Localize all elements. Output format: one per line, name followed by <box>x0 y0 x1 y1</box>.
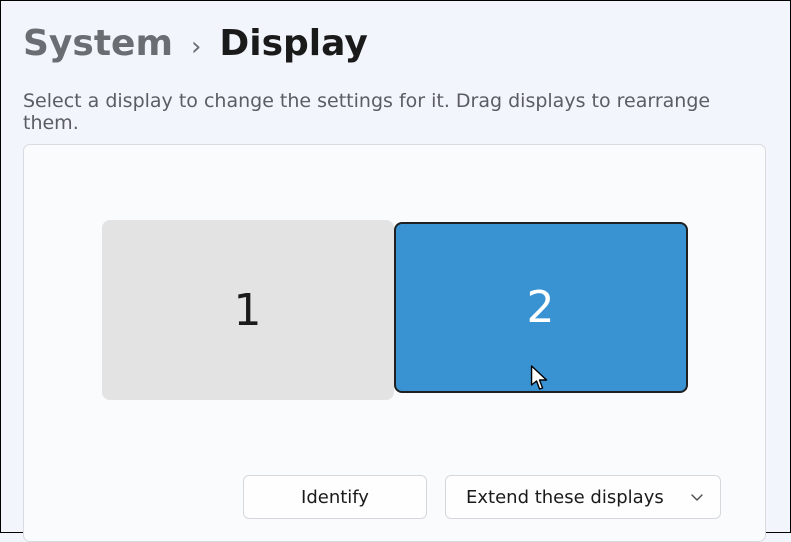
monitor-1[interactable]: 1 <box>102 220 394 400</box>
helper-text: Select a display to change the settings … <box>23 90 766 134</box>
chevron-right-icon: › <box>191 32 201 62</box>
monitor-label: 2 <box>527 282 555 333</box>
monitors-container: 1 2 <box>54 195 735 425</box>
monitor-label: 1 <box>234 285 262 336</box>
breadcrumb: System › Display <box>23 23 766 64</box>
display-arrange-panel: 1 2 Identify Extend these displays <box>23 144 766 542</box>
extend-displays-label: Extend these displays <box>466 487 664 508</box>
chevron-down-icon <box>690 490 704 504</box>
page-title: Display <box>219 23 367 64</box>
breadcrumb-parent-link[interactable]: System <box>23 23 173 64</box>
monitor-2[interactable]: 2 <box>394 222 688 393</box>
identify-button[interactable]: Identify <box>243 475 427 519</box>
cursor-icon <box>529 351 551 377</box>
display-controls: Identify Extend these displays <box>54 475 735 519</box>
extend-displays-dropdown[interactable]: Extend these displays <box>445 475 721 519</box>
identify-button-label: Identify <box>301 487 369 508</box>
